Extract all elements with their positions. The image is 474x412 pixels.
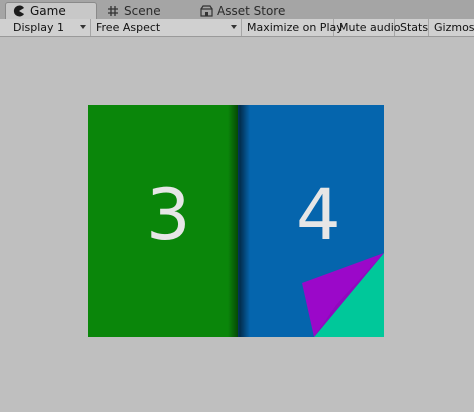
tab-asset-store[interactable]: Asset Store xyxy=(199,2,285,19)
aspect-dropdown[interactable]: Free Aspect xyxy=(91,19,242,36)
grid-icon xyxy=(106,4,120,18)
stats-label: Stats xyxy=(400,21,429,34)
tab-scene-label: Scene xyxy=(124,3,161,18)
tab-game[interactable]: Game xyxy=(5,2,97,19)
tab-asset-store-label: Asset Store xyxy=(217,3,286,18)
spine-shadow xyxy=(228,105,250,337)
right-page-number: 4 xyxy=(296,174,341,256)
chevron-down-icon xyxy=(80,25,86,29)
game-toolbar: Display 1 Free Aspect Maximize on Play M… xyxy=(0,19,474,37)
stats-toggle[interactable]: Stats xyxy=(395,19,429,36)
left-page-number: 3 xyxy=(146,174,191,256)
store-icon xyxy=(199,4,213,18)
mute-audio-label: Mute audio xyxy=(339,21,401,34)
tab-bar: Game Scene Asset Store xyxy=(0,0,474,20)
maximize-on-play-toggle[interactable]: Maximize on Play xyxy=(242,19,343,36)
tab-game-label: Game xyxy=(30,4,66,18)
pacman-icon xyxy=(12,4,26,18)
display-dropdown-label: Display 1 xyxy=(13,21,65,34)
aspect-dropdown-label: Free Aspect xyxy=(96,21,161,34)
chevron-down-icon xyxy=(231,25,237,29)
mute-audio-toggle[interactable]: Mute audio xyxy=(334,19,401,36)
maximize-on-play-label: Maximize on Play xyxy=(247,21,343,34)
game-viewport[interactable]: 3 4 xyxy=(0,37,474,412)
gizmos-dropdown[interactable]: Gizmos xyxy=(429,19,474,36)
display-dropdown[interactable]: Display 1 xyxy=(8,19,91,36)
book-view[interactable]: 3 4 xyxy=(88,105,384,337)
tab-scene[interactable]: Scene xyxy=(106,2,161,19)
gizmos-label: Gizmos xyxy=(434,21,474,34)
page-curl[interactable] xyxy=(296,253,384,337)
